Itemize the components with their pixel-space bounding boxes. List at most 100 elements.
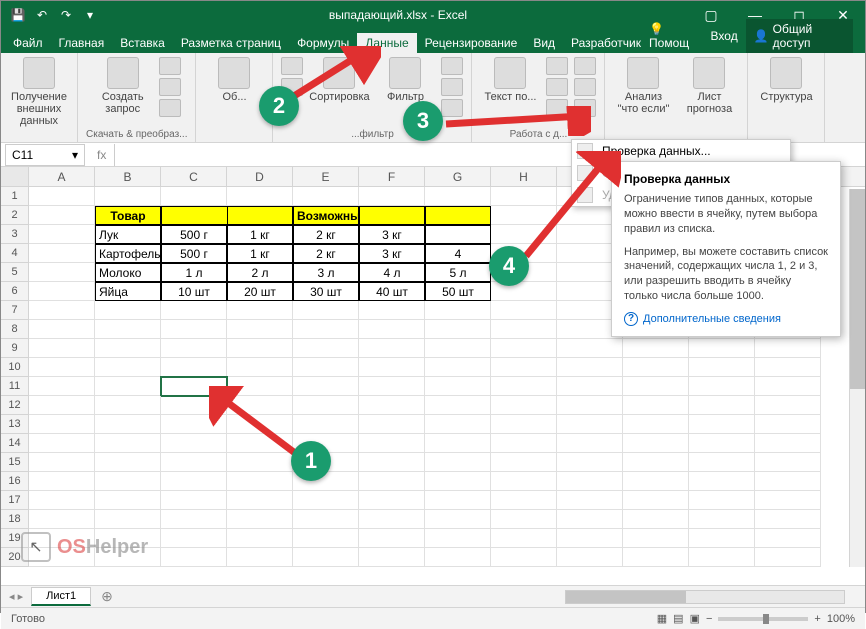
tab-insert[interactable]: Вставка [112,33,173,53]
cell[interactable] [29,225,95,244]
login-label[interactable]: Вход [711,29,738,43]
cell[interactable]: 3 л [293,263,359,282]
sheet-nav-prev[interactable]: ◂ ▸ [1,590,31,603]
cell[interactable] [623,339,689,358]
cell[interactable] [359,491,425,510]
cell[interactable] [359,377,425,396]
cell[interactable] [623,453,689,472]
namebox-dropdown-icon[interactable]: ▾ [72,148,78,162]
cell[interactable] [755,339,821,358]
cell[interactable] [29,415,95,434]
row-header[interactable]: 2 [1,206,29,225]
tab-review[interactable]: Рецензирование [417,33,526,53]
cell[interactable] [359,472,425,491]
consolidate-button[interactable] [574,57,596,75]
cell[interactable]: 4 л [359,263,425,282]
cell[interactable] [359,396,425,415]
cell[interactable] [359,510,425,529]
cell[interactable] [161,301,227,320]
cell[interactable] [359,548,425,567]
cell[interactable] [227,187,293,206]
cell[interactable] [161,529,227,548]
show-queries-button[interactable] [159,57,181,75]
row-header[interactable]: 1 [1,187,29,206]
cell[interactable]: 10 шт [161,282,227,301]
cell[interactable] [29,377,95,396]
row-header[interactable]: 12 [1,396,29,415]
view-normal-icon[interactable]: ▦ [657,612,667,625]
cell[interactable] [425,396,491,415]
tab-file[interactable]: Файл [5,33,51,53]
cell[interactable] [689,472,755,491]
row-header[interactable]: 5 [1,263,29,282]
cell[interactable]: 2 кг [293,225,359,244]
cell[interactable] [29,187,95,206]
cell[interactable] [491,339,557,358]
cell[interactable] [29,453,95,472]
cell[interactable]: 1 л [161,263,227,282]
row-header[interactable]: 15 [1,453,29,472]
cell[interactable] [95,301,161,320]
cell[interactable] [557,453,623,472]
cell[interactable] [623,548,689,567]
cell[interactable] [293,510,359,529]
add-sheet-button[interactable]: ⊕ [91,588,123,605]
fx-icon[interactable]: fx [89,148,114,162]
cell[interactable] [29,396,95,415]
zoom-level[interactable]: 100% [827,613,855,625]
cell[interactable] [227,339,293,358]
cell[interactable] [293,491,359,510]
cell[interactable] [623,415,689,434]
cell[interactable]: Молоко [95,263,161,282]
cell[interactable] [623,510,689,529]
cell[interactable] [293,320,359,339]
cell[interactable] [29,339,95,358]
cell[interactable] [557,377,623,396]
col-header[interactable]: A [29,167,95,186]
cell[interactable] [755,396,821,415]
cell[interactable] [755,358,821,377]
row-header[interactable]: 7 [1,301,29,320]
cell[interactable] [491,434,557,453]
flash-fill-button[interactable] [546,57,568,75]
cell[interactable] [29,510,95,529]
text-to-columns-button[interactable]: Текст по... [480,57,540,103]
cell[interactable]: 50 шт [425,282,491,301]
cell[interactable] [227,472,293,491]
cell[interactable] [95,320,161,339]
col-header[interactable]: E [293,167,359,186]
col-header[interactable]: F [359,167,425,186]
row-header[interactable]: 17 [1,491,29,510]
cell[interactable] [359,206,425,225]
cell[interactable] [161,358,227,377]
cell[interactable] [227,491,293,510]
cell[interactable] [491,548,557,567]
cell[interactable] [359,415,425,434]
cell[interactable] [359,434,425,453]
cell[interactable] [161,472,227,491]
cell[interactable] [29,472,95,491]
cell[interactable] [689,415,755,434]
row-header[interactable]: 16 [1,472,29,491]
cell[interactable] [755,491,821,510]
cell[interactable] [95,434,161,453]
cell[interactable] [689,434,755,453]
cell[interactable] [359,529,425,548]
cell[interactable] [491,396,557,415]
zoom-slider[interactable] [718,617,808,621]
cell[interactable] [425,472,491,491]
cell[interactable] [689,529,755,548]
cell[interactable]: Товар [95,206,161,225]
refresh-all-button[interactable]: Об... [204,57,264,103]
row-header[interactable]: 11 [1,377,29,396]
col-header[interactable]: G [425,167,491,186]
cell[interactable] [557,472,623,491]
cell[interactable] [29,434,95,453]
cell[interactable] [95,472,161,491]
cell[interactable]: Лук [95,225,161,244]
cell[interactable] [425,206,491,225]
qa-more-icon[interactable]: ▾ [79,4,101,26]
tooltip-more-link[interactable]: ? Дополнительные сведения [624,312,828,326]
cell[interactable] [491,510,557,529]
cell[interactable] [425,548,491,567]
